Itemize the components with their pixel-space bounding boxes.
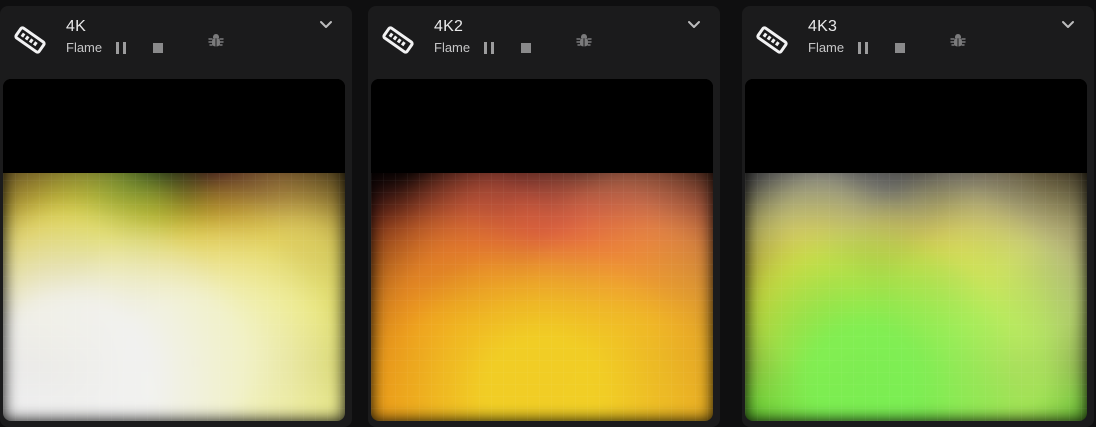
led-strip-icon xyxy=(756,26,788,54)
bug-icon[interactable] xyxy=(207,31,225,49)
stop-icon xyxy=(521,43,531,53)
pause-button[interactable] xyxy=(482,41,496,55)
devices-grid: 4K Flame 4K2 Flame 4K3 Flame xyxy=(0,0,1096,427)
chevron-down-icon[interactable] xyxy=(686,16,702,32)
device-card-header: 4K Flame xyxy=(0,6,352,78)
bug-icon[interactable] xyxy=(949,31,967,49)
pause-icon xyxy=(116,42,126,54)
stop-icon xyxy=(153,43,163,53)
device-card: 4K Flame xyxy=(0,6,352,427)
effect-preview xyxy=(371,79,713,421)
led-strip-icon xyxy=(14,26,46,54)
device-name: 4K3 xyxy=(808,18,838,35)
effect-name: Flame xyxy=(434,40,471,55)
chevron-down-icon[interactable] xyxy=(1060,16,1076,32)
device-card-header: 4K3 Flame xyxy=(742,6,1094,78)
effect-preview xyxy=(3,79,345,421)
bug-icon[interactable] xyxy=(575,31,593,49)
pause-button[interactable] xyxy=(114,41,128,55)
led-strip-icon xyxy=(382,26,414,54)
stop-button[interactable] xyxy=(893,41,907,55)
preview-dark-top xyxy=(3,79,345,173)
stop-icon xyxy=(895,43,905,53)
stop-button[interactable] xyxy=(519,41,533,55)
device-card: 4K3 Flame xyxy=(742,6,1094,427)
effect-name: Flame xyxy=(66,40,103,55)
chevron-down-icon[interactable] xyxy=(318,16,334,32)
pause-icon xyxy=(484,42,494,54)
effect-preview xyxy=(745,79,1087,421)
device-card-header: 4K2 Flame xyxy=(368,6,720,78)
pause-button[interactable] xyxy=(856,41,870,55)
pause-icon xyxy=(858,42,868,54)
effect-name: Flame xyxy=(808,40,845,55)
preview-dark-top xyxy=(745,79,1087,173)
stop-button[interactable] xyxy=(151,41,165,55)
device-card: 4K2 Flame xyxy=(368,6,720,427)
device-name: 4K xyxy=(66,18,86,35)
device-name: 4K2 xyxy=(434,18,464,35)
preview-dark-top xyxy=(371,79,713,173)
